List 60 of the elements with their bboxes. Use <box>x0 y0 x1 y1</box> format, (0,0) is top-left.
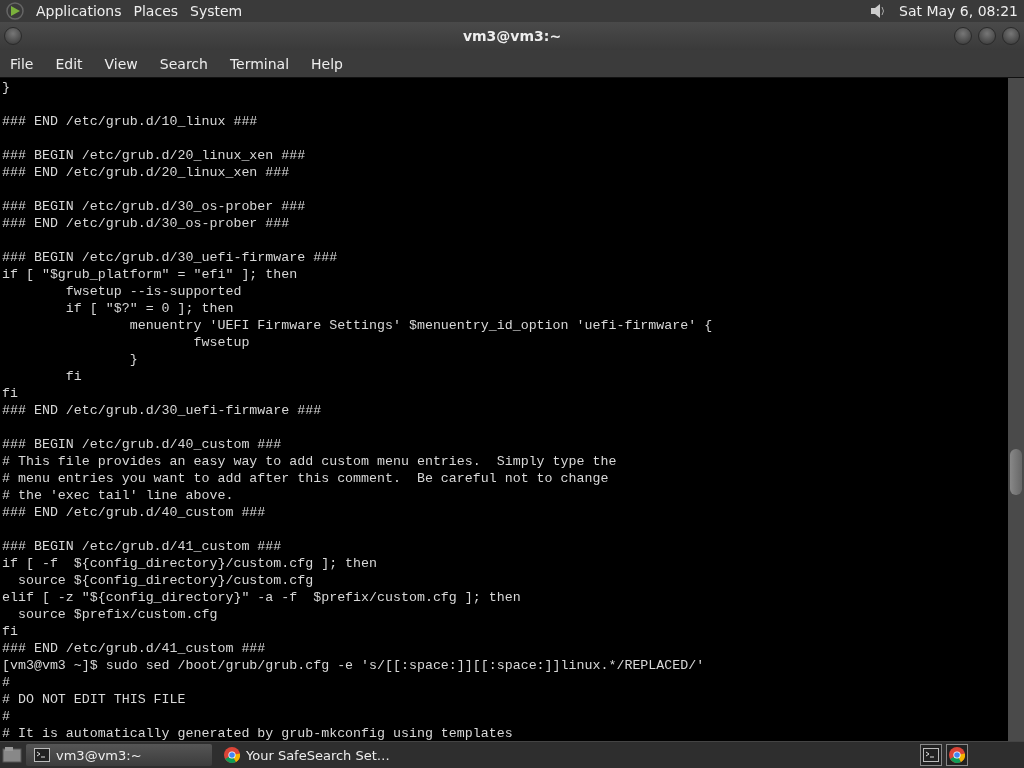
terminal-line: # <box>2 708 11 725</box>
terminal-line: ### BEGIN /etc/grub.d/30_uefi-firmware ### <box>2 249 339 266</box>
panel-menu[interactable]: System <box>190 3 243 19</box>
scrollbar-thumb[interactable] <box>1010 449 1022 495</box>
panel-menu[interactable]: Applications <box>36 3 122 19</box>
browser-icon <box>949 747 965 763</box>
terminal-line: [vm3@vm3 ~]$ sudo sed /boot/grub/grub.cfg -e 's/[[:space:]][[:space:]]linux.*/REPLACED/' <box>2 657 706 674</box>
tray-button[interactable] <box>946 744 968 766</box>
minimize-button[interactable] <box>954 27 972 45</box>
terminal-line: fwsetup --is-supported <box>64 283 243 300</box>
logo-icon[interactable] <box>6 2 24 20</box>
terminal-line: fwsetup <box>192 334 251 351</box>
terminal-line: fi <box>64 368 83 385</box>
terminal-line: ### END /etc/grub.d/20_linux_xen ### <box>2 164 291 181</box>
terminal-line: } <box>128 351 139 368</box>
terminal-line: # menu entries you want to add after this comment. Be careful not to change <box>2 470 610 487</box>
scrollbar[interactable] <box>1008 78 1024 741</box>
terminal-line: if [ "$grub_platform" = "efi" ]; then <box>2 266 299 283</box>
terminal-line: fi <box>2 623 19 640</box>
terminal-line: ### END /etc/grub.d/30_uefi-firmware ### <box>2 402 323 419</box>
terminal-line: source ${config_directory}/custom.cfg <box>16 572 315 589</box>
terminal-line: ### BEGIN /etc/grub.d/20_linux_xen ### <box>2 147 307 164</box>
terminal-line: } <box>2 79 11 96</box>
terminal-line: ### BEGIN /etc/grub.d/41_custom ### <box>2 538 283 555</box>
taskbar-task[interactable]: vm3@vm3:~ <box>26 744 212 766</box>
menu-item[interactable]: Help <box>305 53 349 74</box>
terminal-line: ### END /etc/grub.d/41_custom ### <box>2 640 267 657</box>
close-button[interactable] <box>1002 27 1020 45</box>
browser-icon <box>224 747 240 763</box>
terminal-line: fi <box>2 385 19 402</box>
terminal-line: if [ -f ${config_directory}/custom.cfg ]; then <box>2 555 379 572</box>
menu-item[interactable]: File <box>4 53 40 74</box>
terminal-line: # <box>2 674 11 691</box>
terminal-icon <box>923 748 939 762</box>
terminal-line: if [ "$?" = 0 ]; then <box>64 300 235 317</box>
maximize-button[interactable] <box>978 27 996 45</box>
terminal-line: ### END /etc/grub.d/40_custom ### <box>2 504 267 521</box>
terminal-line: # It is automatically generated by grub-mkconfig using templates <box>2 725 514 741</box>
menu-item[interactable]: Terminal <box>223 53 296 74</box>
terminal-line: ### END /etc/grub.d/10_linux ### <box>2 113 259 130</box>
taskbar-task[interactable]: Your SafeSearch Set… <box>216 744 402 766</box>
terminal-line: menuentry 'UEFI Firmware Settings' $menuentry_id_option 'uefi-firmware' { <box>128 317 714 334</box>
menu-item[interactable]: Search <box>153 53 214 74</box>
menu-item[interactable]: View <box>98 53 144 74</box>
terminal-line: # This file provides an easy way to add custom menu entries. Simply type the <box>2 453 618 470</box>
terminal-line: ### BEGIN /etc/grub.d/30_os-prober ### <box>2 198 307 215</box>
window-menu-button[interactable] <box>4 27 22 45</box>
menu-item[interactable]: Edit <box>49 53 89 74</box>
window-title: vm3@vm3:~ <box>462 28 562 44</box>
panel-menu[interactable]: Places <box>133 3 179 19</box>
show-desktop-icon[interactable] <box>2 746 22 764</box>
terminal-line: elif [ -z "${config_directory}" -a -f $prefix/custom.cfg ]; then <box>2 589 522 606</box>
clock[interactable]: Sat May 6, 08:21 <box>899 3 1018 19</box>
terminal-icon <box>34 748 50 762</box>
terminal-line: source $prefix/custom.cfg <box>16 606 219 623</box>
terminal-line: ### END /etc/grub.d/30_os-prober ### <box>2 215 291 232</box>
tray-button[interactable] <box>920 744 942 766</box>
terminal-line: # the 'exec tail' line above. <box>2 487 235 504</box>
terminal-line: # DO NOT EDIT THIS FILE <box>2 691 187 708</box>
terminal-line: ### BEGIN /etc/grub.d/40_custom ### <box>2 436 283 453</box>
